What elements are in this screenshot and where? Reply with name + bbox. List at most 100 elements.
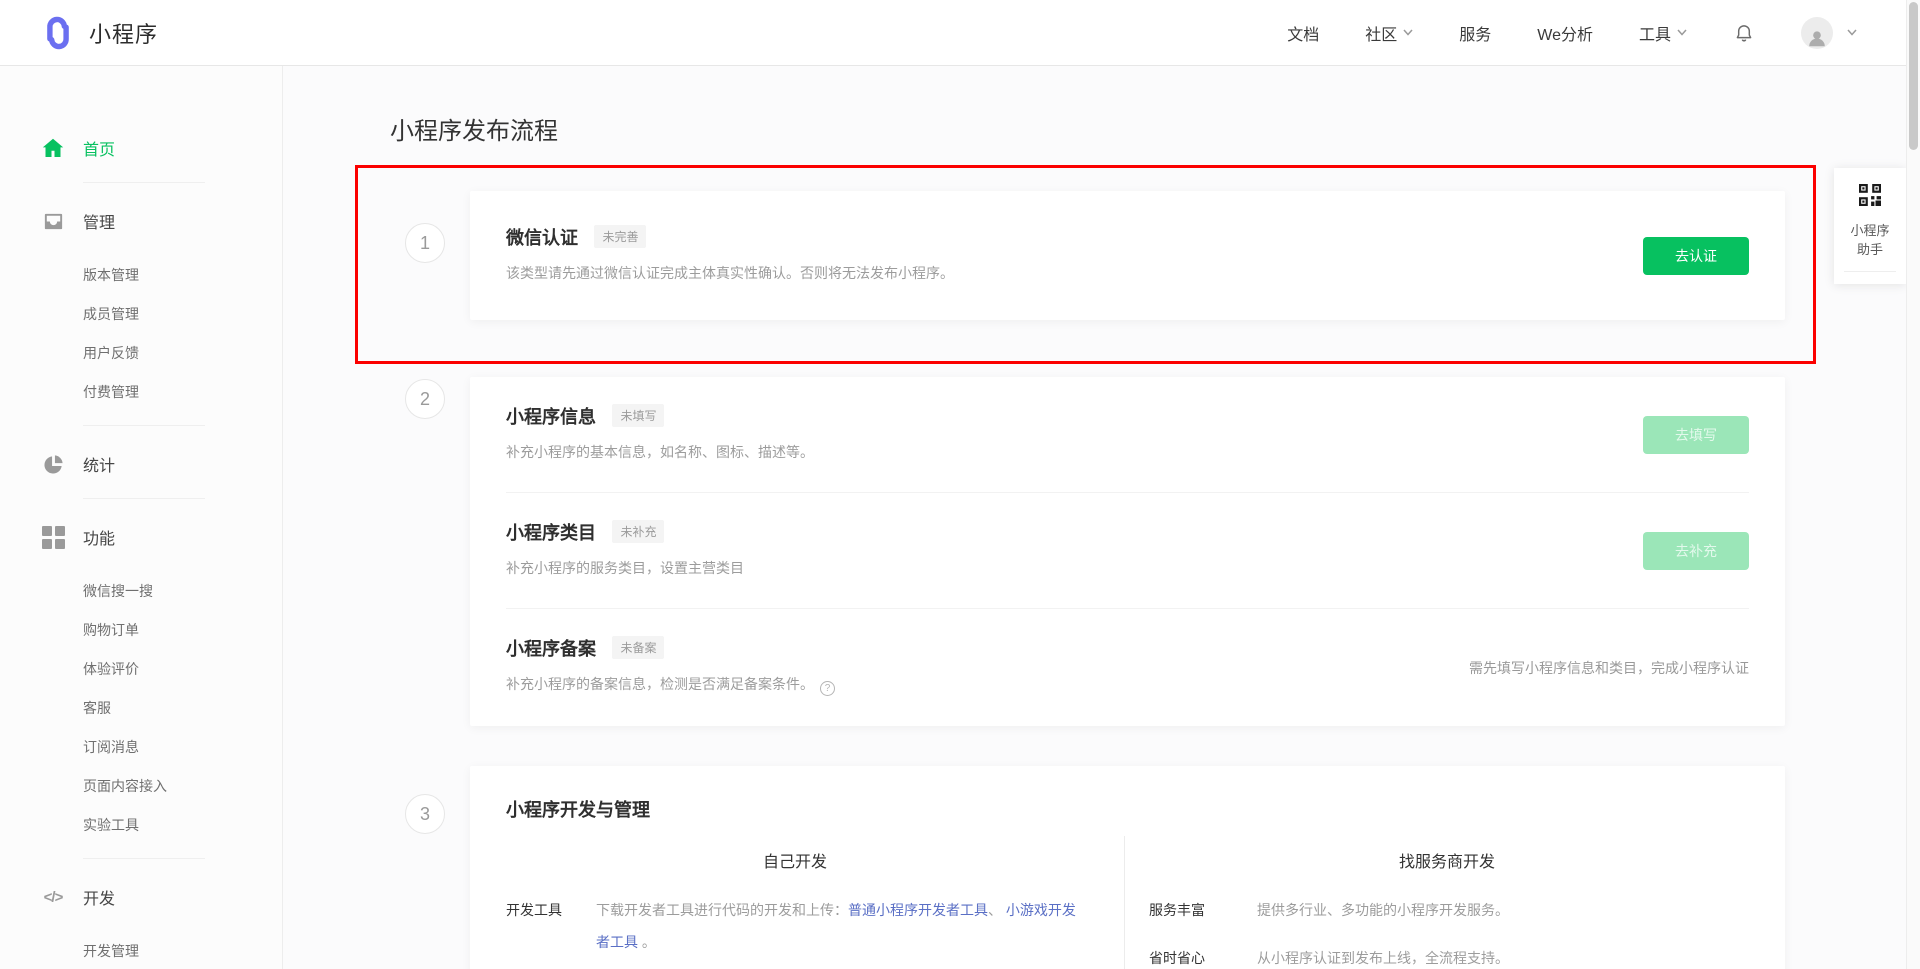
- dev-and-management-heading: 小程序开发与管理: [506, 766, 1749, 822]
- self-develop-header: 自己开发: [506, 848, 1084, 872]
- dev-tools-label: 开发工具: [506, 894, 582, 958]
- nav-services-label: 服务: [1459, 21, 1491, 45]
- go-supplement-button[interactable]: 去补充: [1643, 532, 1749, 570]
- sidebar-item-customer-service[interactable]: 客服: [0, 688, 282, 727]
- label: 用户反馈: [83, 343, 139, 363]
- sidebar-item-development[interactable]: </> 开发: [0, 877, 282, 917]
- label: 订阅消息: [83, 737, 139, 757]
- sidebar-item-features-label: 功能: [83, 525, 115, 549]
- pie-chart-icon: [40, 451, 66, 477]
- go-fill-button[interactable]: 去填写: [1643, 416, 1749, 454]
- account-menu[interactable]: [1801, 17, 1857, 49]
- step-1-number: 1: [405, 223, 445, 263]
- label: 成员管理: [83, 304, 139, 324]
- sidebar-divider: [83, 425, 205, 426]
- dev-options-columns: 自己开发 开发工具 下载开发者工具进行代码的开发和上传：普通小程序开发者工具、 …: [470, 836, 1785, 969]
- assistant-label-line2: 助手: [1840, 240, 1900, 259]
- nav-services[interactable]: 服务: [1459, 21, 1491, 45]
- sidebar-item-management-label: 管理: [83, 209, 115, 233]
- label: 客服: [83, 698, 111, 718]
- sidebar-item-payment-management[interactable]: 付费管理: [0, 372, 282, 411]
- nav-community-label: 社区: [1365, 21, 1397, 45]
- self-develop-column: 自己开发 开发工具 下载开发者工具进行代码的开发和上传：普通小程序开发者工具、 …: [470, 836, 1125, 969]
- publish-steps: 1 微信认证 未完善 该类型请先通过微信认证完成主体真实性确认。否则将无法发布小…: [355, 191, 1785, 969]
- assistant-label-line1: 小程序: [1840, 221, 1900, 240]
- sidebar-item-management[interactable]: 管理: [0, 201, 282, 241]
- sidebar-item-development-management[interactable]: 开发管理: [0, 931, 282, 969]
- nav-we-analytics-label: We分析: [1537, 21, 1593, 45]
- sidebar-item-user-feedback[interactable]: 用户反馈: [0, 333, 282, 372]
- tray-icon: [40, 208, 66, 234]
- miniprogram-icp-row: 小程序备案 未备案 补充小程序的备案信息，检测是否满足备案条件。? 需先填写小程…: [506, 608, 1749, 726]
- sidebar-divider: [83, 858, 205, 859]
- status-badge: 未完善: [594, 225, 646, 248]
- label: 版本管理: [83, 265, 139, 285]
- nav-tools-label: 工具: [1639, 21, 1671, 45]
- miniprogram-category-title: 小程序类目: [506, 523, 596, 543]
- sidebar-item-wechat-search[interactable]: 微信搜一搜: [0, 571, 282, 610]
- miniprogram-assistant-panel[interactable]: 小程序 助手: [1834, 168, 1906, 284]
- scrollbar-thumb[interactable]: [1909, 2, 1918, 150]
- sidebar-item-experience-review[interactable]: 体验评价: [0, 649, 282, 688]
- save-time-desc: 从小程序认证到发布上线，全流程支持。: [1257, 942, 1509, 969]
- icp-desc-text: 补充小程序的备案信息，检测是否满足备案条件。: [506, 676, 814, 692]
- label: 实验工具: [83, 815, 139, 835]
- nav-we-analytics[interactable]: We分析: [1537, 21, 1593, 45]
- rich-services-label: 服务丰富: [1149, 894, 1225, 926]
- nav-docs-label: 文档: [1287, 21, 1319, 45]
- miniprogram-category-row: 小程序类目 未补充 补充小程序的服务类目，设置主营类目 去补充: [506, 492, 1749, 608]
- service-provider-header: 找服务商开发: [1149, 848, 1745, 872]
- status-badge: 未补充: [612, 520, 664, 543]
- label: 体验评价: [83, 659, 139, 679]
- save-time-row: 省时省心 从小程序认证到发布上线，全流程支持。: [1149, 942, 1745, 969]
- status-badge: 未备案: [612, 636, 664, 659]
- sidebar-item-version-management[interactable]: 版本管理: [0, 255, 282, 294]
- sidebar-item-home[interactable]: 首页: [0, 128, 282, 168]
- sidebar-item-shopping-orders[interactable]: 购物订单: [0, 610, 282, 649]
- sidebar-item-page-content-access[interactable]: 页面内容接入: [0, 766, 282, 805]
- step-3-row: 3 小程序开发与管理 自己开发 开发工具 下载开发者工具进行代码的开发和上传：普…: [405, 766, 1785, 969]
- miniprogram-info-desc: 补充小程序的基本信息，如名称、图标、描述等。: [506, 442, 1749, 462]
- sidebar-group-development: 开发管理: [0, 931, 282, 969]
- go-verify-button[interactable]: 去认证: [1643, 237, 1749, 275]
- label: 购物订单: [83, 620, 139, 640]
- scrollbar-track[interactable]: [1906, 0, 1920, 969]
- miniprogram-category-desc: 补充小程序的服务类目，设置主营类目: [506, 558, 1749, 578]
- icp-prerequisite-note: 需先填写小程序信息和类目，完成小程序认证: [1469, 658, 1749, 678]
- miniprogram-logo-icon: [40, 15, 76, 51]
- sidebar-item-features[interactable]: 功能: [0, 517, 282, 557]
- main-content: 小程序发布流程 1 微信认证 未完善 该类型请先通过微信认证完成主体真实性确认。…: [283, 66, 1920, 969]
- logo[interactable]: 小程序: [40, 15, 158, 51]
- help-icon[interactable]: ?: [820, 681, 835, 696]
- sidebar-item-experimental-tools[interactable]: 实验工具: [0, 805, 282, 844]
- sidebar-group-features: 微信搜一搜 购物订单 体验评价 客服 订阅消息 页面内容接入 实验工具: [0, 571, 282, 844]
- logo-text: 小程序: [89, 17, 158, 49]
- status-badge: 未填写: [612, 404, 664, 427]
- home-icon: [40, 135, 66, 161]
- step-1-row: 1 微信认证 未完善 该类型请先通过微信认证完成主体真实性确认。否则将无法发布小…: [405, 191, 1785, 320]
- label: 页面内容接入: [83, 776, 167, 796]
- sidebar-item-statistics[interactable]: 统计: [0, 444, 282, 484]
- page-title: 小程序发布流程: [390, 111, 1785, 145]
- qr-code-icon: [1859, 184, 1881, 206]
- sidebar-item-statistics-label: 统计: [83, 452, 115, 476]
- miniprogram-icp-title: 小程序备案: [506, 639, 596, 659]
- sidebar-item-member-management[interactable]: 成员管理: [0, 294, 282, 333]
- link-standard-devtool[interactable]: 普通小程序开发者工具: [848, 902, 988, 918]
- chevron-down-icon: [1403, 29, 1413, 36]
- dev-tools-row: 开发工具 下载开发者工具进行代码的开发和上传：普通小程序开发者工具、 小游戏开发…: [506, 894, 1084, 958]
- nav-docs[interactable]: 文档: [1287, 21, 1319, 45]
- notification-bell-icon[interactable]: [1733, 22, 1755, 44]
- dev-tools-desc: 下载开发者工具进行代码的开发和上传：普通小程序开发者工具、 小游戏开发者工具 。: [596, 894, 1084, 958]
- label: 微信搜一搜: [83, 581, 153, 601]
- assistant-label: 小程序 助手: [1840, 221, 1900, 259]
- sidebar-item-subscription-messages[interactable]: 订阅消息: [0, 727, 282, 766]
- save-time-label: 省时省心: [1149, 942, 1225, 969]
- panel-divider: [1844, 271, 1896, 272]
- nav-tools[interactable]: 工具: [1639, 21, 1687, 45]
- chevron-down-icon: [1677, 29, 1687, 36]
- miniprogram-info-title: 小程序信息: [506, 407, 596, 427]
- step-2-number: 2: [405, 379, 445, 419]
- sidebar-divider: [83, 498, 205, 499]
- nav-community[interactable]: 社区: [1365, 21, 1413, 45]
